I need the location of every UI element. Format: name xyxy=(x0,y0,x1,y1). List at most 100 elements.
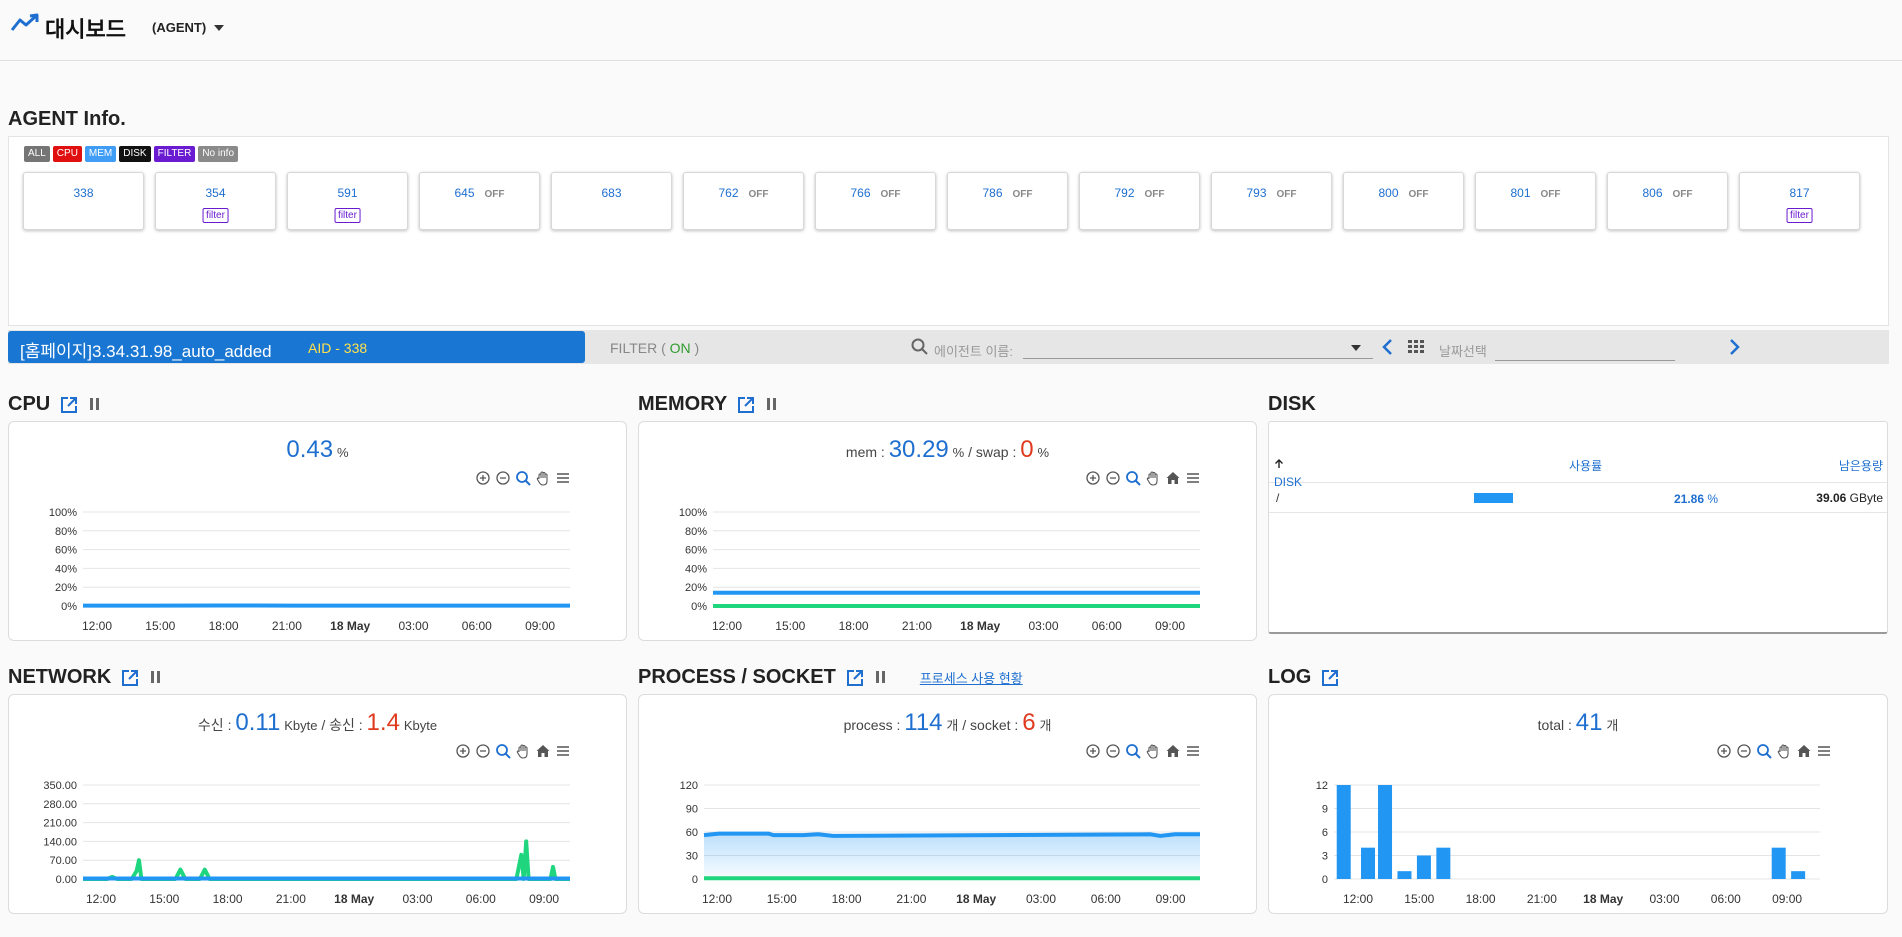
disk-free: 39.06 GByte xyxy=(1816,491,1883,505)
agent-dropdown-label: (AGENT) xyxy=(152,20,207,35)
external-link-icon[interactable] xyxy=(737,396,755,414)
y-tick-label: 90 xyxy=(686,804,698,816)
filter-toggle[interactable]: FILTER ( ON ) xyxy=(610,340,699,356)
agent-card[interactable]: 800 OFF xyxy=(1343,172,1464,230)
mem-unit: % xyxy=(952,445,965,460)
log-section-header: LOG xyxy=(1268,666,1339,689)
pause-icon[interactable] xyxy=(767,397,779,412)
y-tick-label: 0% xyxy=(691,601,707,613)
agent-id: 793 xyxy=(1246,186,1267,200)
disk-usage-bar-fill xyxy=(1474,493,1514,503)
pause-icon[interactable] xyxy=(875,670,888,685)
x-tick-label: 15:00 xyxy=(145,619,175,633)
x-tick-label: 06:00 xyxy=(462,619,492,633)
y-tick-label: 140.00 xyxy=(43,836,77,848)
rx-unit: Kbyte xyxy=(284,718,318,733)
x-tick-label: 03:00 xyxy=(398,619,428,633)
pause-icon[interactable] xyxy=(90,397,102,412)
process-usage-link[interactable]: 프로세스 사용 현황 xyxy=(920,668,1023,687)
y-tick-label: 100% xyxy=(679,507,707,519)
agent-search-label: 에이전트 이름: xyxy=(934,344,1013,359)
calendar-grid-icon[interactable] xyxy=(1408,340,1424,354)
agent-card[interactable]: 338 xyxy=(23,172,144,230)
agent-off-status: OFF xyxy=(880,189,901,200)
process-unit: 개 xyxy=(946,718,959,733)
filter-badge-no-info[interactable]: No info xyxy=(198,146,239,162)
y-tick-label: 80% xyxy=(685,526,707,538)
agent-card[interactable]: 766 OFF xyxy=(815,172,936,230)
external-link-icon[interactable] xyxy=(121,669,139,687)
cpu-unit: % xyxy=(337,445,349,460)
log-bar xyxy=(1361,847,1376,879)
usage-column-header[interactable]: 사용률 xyxy=(1569,457,1602,474)
date-picker-input[interactable] xyxy=(1495,360,1675,361)
tx-unit: Kbyte xyxy=(403,718,438,733)
agent-card[interactable]: 801 OFF xyxy=(1475,172,1596,230)
agent-dropdown[interactable]: (AGENT) xyxy=(152,20,225,35)
filter-badge-all[interactable]: ALL xyxy=(24,146,50,162)
agent-card-header: 762 OFF xyxy=(684,186,803,200)
memory-title: MEMORY xyxy=(638,393,728,415)
log-chart: 0 3 6 9 12 12:00 15:00 18:00 21:00 18 May 03:00 06:… xyxy=(1316,780,1820,906)
agent-card[interactable]: 792 OFF xyxy=(1079,172,1200,230)
tx-value: 1.4 xyxy=(366,709,400,736)
selected-agent-button[interactable]: [홈페이지]3.34.31.98_auto_added AID - 338 xyxy=(8,331,585,363)
agent-search-input[interactable] xyxy=(1023,358,1373,359)
external-link-icon[interactable] xyxy=(1321,669,1339,687)
x-tick-label: 15:00 xyxy=(775,619,805,633)
x-tick-label: 09:00 xyxy=(1156,892,1186,906)
filter-badge-disk[interactable]: DISK xyxy=(119,146,151,162)
agent-card[interactable]: 354 filter xyxy=(155,172,276,230)
process-label: process : xyxy=(843,717,905,733)
chevron-left-icon[interactable] xyxy=(1380,338,1396,356)
y-tick-label: 6 xyxy=(1322,827,1328,839)
memory-current: mem : 30.29 % / swap : 0 % xyxy=(639,436,1256,464)
swap-unit: % xyxy=(1037,445,1050,460)
external-link-icon[interactable] xyxy=(846,669,864,687)
search-icon xyxy=(911,338,928,355)
agent-card-header: 793 OFF xyxy=(1212,186,1331,200)
agent-card[interactable]: 806 OFF xyxy=(1607,172,1728,230)
log-panel: total : 41 개 0 3 6 9 12 12:00 15:00 18:00 21:00 1… xyxy=(1268,694,1888,914)
agent-off-status: OFF xyxy=(748,189,769,200)
selected-agent-name: [홈페이지]3.34.31.98_auto_added xyxy=(20,342,272,361)
agent-card[interactable]: 786 OFF xyxy=(947,172,1068,230)
mem-value: 30.29 xyxy=(888,436,949,463)
table-row: / 21.86 % 39.06 GByte xyxy=(1269,483,1887,513)
filter-badge-filter[interactable]: FILTER xyxy=(153,146,196,162)
filter-badge-cpu[interactable]: CPU xyxy=(52,146,82,162)
swap-label: / swap : xyxy=(968,444,1021,460)
agent-filter-tag: filter xyxy=(334,208,361,223)
agent-card[interactable]: 817 filter xyxy=(1739,172,1860,230)
log-current: total : 41 개 xyxy=(1269,709,1887,737)
agent-id: 354 xyxy=(205,186,226,200)
y-tick-label: 40% xyxy=(685,563,707,575)
filter-badge-mem[interactable]: MEM xyxy=(84,146,117,162)
agent-card[interactable]: 793 OFF xyxy=(1211,172,1332,230)
log-total-label: total : xyxy=(1537,717,1576,733)
agent-off-status: OFF xyxy=(1672,189,1693,200)
memory-chart: 0% 20% 40% 60% 80% 100% 12:00 15:00 18:00 21:00 18… xyxy=(679,507,1200,633)
chevron-right-icon[interactable] xyxy=(1726,338,1742,356)
disk-column-header[interactable]: DISK xyxy=(1274,457,1302,489)
pause-icon[interactable] xyxy=(151,670,163,685)
socket-unit: 개 xyxy=(1039,718,1052,733)
y-tick-label: 80% xyxy=(55,526,77,538)
chevron-down-icon[interactable] xyxy=(1351,345,1361,351)
y-tick-label: 30 xyxy=(686,851,698,863)
x-tick-label: 12:00 xyxy=(82,619,112,633)
disk-table-header: DISK 사용률 남은용량 xyxy=(1269,439,1887,489)
agent-card[interactable]: 591 filter xyxy=(287,172,408,230)
network-title: NETWORK xyxy=(8,666,112,688)
agent-card[interactable]: 762 OFF xyxy=(683,172,804,230)
agent-card-header: 645 OFF xyxy=(420,186,539,200)
filter-state: ON xyxy=(669,340,691,356)
selected-agent-aid: AID - 338 xyxy=(308,340,368,356)
agent-card[interactable]: 645 OFF xyxy=(419,172,540,230)
date-picker-label: 날짜선택 xyxy=(1439,344,1487,359)
free-column-header[interactable]: 남은용량 xyxy=(1839,457,1883,474)
external-link-icon[interactable] xyxy=(60,396,78,414)
agent-info-panel: ALL CPU MEM DISK FILTER No info 338 354 filter 5… xyxy=(8,136,1889,326)
x-tick-label: 12:00 xyxy=(712,619,742,633)
agent-card[interactable]: 683 xyxy=(551,172,672,230)
